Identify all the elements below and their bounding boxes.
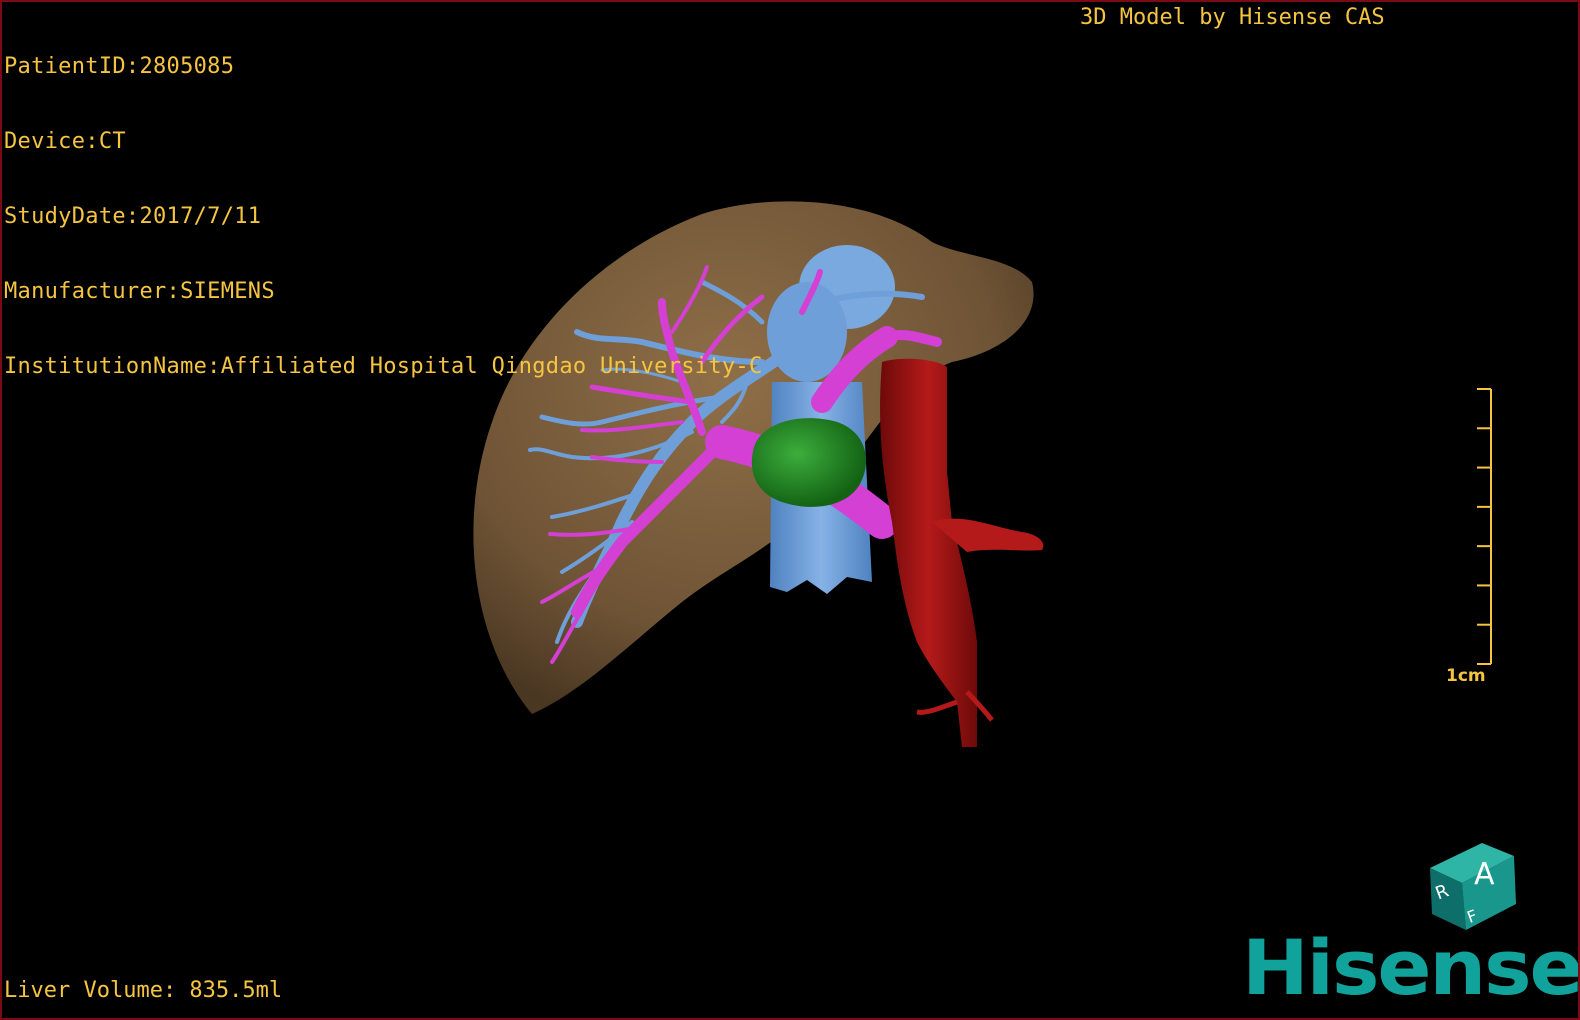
cube-face-front: A [1474,857,1495,892]
patient-id: PatientID:2805085 [4,54,235,79]
scale-bar [1477,388,1492,665]
study-date: StudyDate:2017/7/11 [4,204,262,229]
aorta [880,358,977,747]
device: Device:CT [4,129,126,154]
3d-viewport[interactable]: PatientID:2805085 Device:CT StudyDate:20… [0,0,1580,1020]
scale-label: 1cm [1446,666,1486,686]
hisense-logo: Hisense [1242,923,1580,1012]
model-credit: 3D Model by Hisense CAS [1080,5,1385,30]
manufacturer: Manufacturer:SIEMENS [4,279,275,304]
study-info-overlay: PatientID:2805085 Device:CT StudyDate:20… [4,4,763,429]
tumor [751,418,867,507]
liver-volume: Liver Volume: 835.5ml [4,978,283,1003]
orientation-cube-icon[interactable]: A R F [1422,838,1522,934]
institution-name: InstitutionName:Affiliated Hospital Qing… [4,354,763,379]
